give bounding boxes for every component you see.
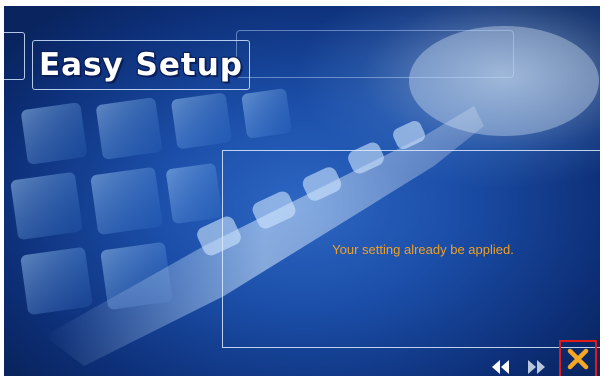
close-button[interactable]	[559, 340, 597, 376]
next-button[interactable]	[525, 358, 547, 376]
page-title: Easy Setup	[39, 47, 243, 83]
close-icon	[567, 348, 589, 370]
status-message: Your setting already be applied.	[332, 241, 514, 257]
title-box: Easy Setup	[32, 40, 250, 90]
double-chevron-left-icon	[492, 360, 509, 374]
header-stub-decoration	[4, 32, 25, 80]
previous-button[interactable]	[490, 358, 512, 376]
header-decoration	[236, 30, 514, 78]
double-chevron-right-icon	[528, 360, 545, 374]
message-panel: Your setting already be applied.	[222, 150, 600, 348]
setup-window: Easy Setup Your setting already be appli…	[4, 6, 600, 376]
